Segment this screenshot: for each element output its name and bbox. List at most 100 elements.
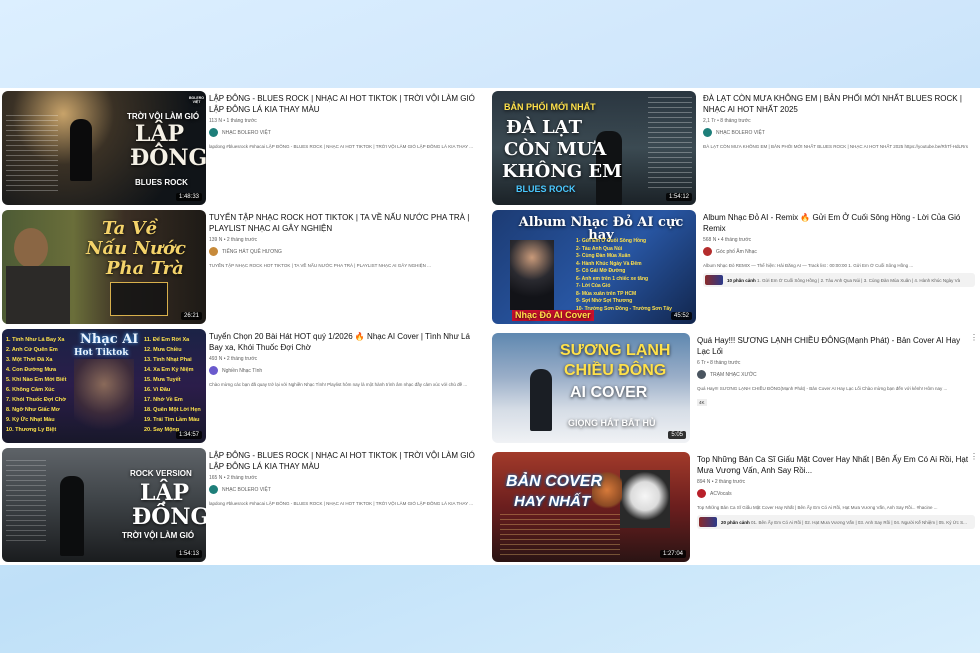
more-options-icon[interactable]: ⋮ xyxy=(970,333,978,342)
channel-avatar[interactable] xyxy=(703,247,712,256)
video-thumbnail[interactable]: Album Nhạc Đỏ AI cực hay 1- Gửi Em Ở Cuố… xyxy=(492,210,696,324)
video-result[interactable]: BẢN PHỐI MỚI NHẤT ĐÀ LẠT CÒN MƯA KHÔNG E… xyxy=(492,91,980,207)
video-title[interactable]: Quá Hay!!! SƯƠNG LẠNH CHIỀU ĐÔNG(Mạnh Ph… xyxy=(697,335,969,357)
video-meta: Album Nhạc Đỏ AI - Remix 🔥 Gửi Em Ở Cuối… xyxy=(703,212,975,287)
thumb-text-2: CHIỀU ĐÔNG xyxy=(564,362,667,379)
thumb-text-1: TRỜI VỘI LÀM GIÓ xyxy=(127,112,200,121)
channel-name[interactable]: NHẠC BOLERO VIỆT xyxy=(222,487,271,493)
video-stats: 113 N • 1 tháng trước xyxy=(209,118,257,124)
channel-row[interactable]: NHẠC BOLERO VIỆT xyxy=(209,485,485,494)
video-result[interactable]: ROCK VERSION LẬP ĐÔNG TRỜI VỘI LÀM GIÓ 1… xyxy=(2,448,488,564)
tracklist-box xyxy=(110,282,168,316)
channel-row[interactable]: TRẠM NHẠC XƯỚC xyxy=(697,370,969,379)
channel-name[interactable]: Góc phố Âm Nhạc xyxy=(716,249,757,255)
thumb-text-1: Nhạc AI xyxy=(80,332,139,347)
channel-row[interactable]: TIẾNG HÁT QUÊ HƯƠNG xyxy=(209,247,485,256)
video-thumbnail[interactable]: Ta Về Nấu Nước Pha Trà 26:21 xyxy=(2,210,206,324)
video-result[interactable]: Ta Về Nấu Nước Pha Trà 26:21 TUYỂN TẬP N… xyxy=(2,210,488,326)
video-stats: 6 Tr • 8 tháng trước xyxy=(697,360,741,366)
video-result[interactable]: SƯƠNG LẠNH CHIỀU ĐÔNG AI COVER GIỌNG HÁT… xyxy=(492,333,980,449)
thumb-text-1: Ta Về xyxy=(102,218,158,239)
channel-avatar[interactable] xyxy=(697,370,706,379)
duration-badge: 1:54:13 xyxy=(175,550,202,558)
duration-badge: 1:48:33 xyxy=(175,193,202,201)
duration-badge: 1:54:12 xyxy=(665,193,692,201)
channel-name[interactable]: Nghiền Nhạc Tình xyxy=(222,368,262,374)
duration-badge: 1:27:04 xyxy=(659,550,686,558)
thumb-text-2: LẬP xyxy=(140,480,190,506)
thumb-text-2: Hot Tiktok xyxy=(74,348,129,358)
channel-row[interactable]: Góc phố Âm Nhạc xyxy=(703,247,975,256)
channel-row[interactable]: NHẠC BOLERO VIỆT xyxy=(703,128,975,137)
video-thumbnail[interactable]: SƯƠNG LẠNH CHIỀU ĐÔNG AI COVER GIỌNG HÁT… xyxy=(492,333,690,443)
channel-name[interactable]: NHẠC BOLERO VIỆT xyxy=(222,130,271,136)
duration-badge: 5:05 xyxy=(668,431,686,439)
singer-figure xyxy=(74,359,134,443)
chapter-thumbnail xyxy=(705,275,723,285)
channel-avatar[interactable] xyxy=(703,128,712,137)
video-result[interactable]: TRỜI VỘI LÀM GIÓ LẬP ĐÔNG BLUES ROCK BOL… xyxy=(2,91,488,207)
results-panel: TRỜI VỘI LÀM GIÓ LẬP ĐÔNG BLUES ROCK BOL… xyxy=(0,88,980,565)
channel-row[interactable]: ACVocals xyxy=(697,489,975,498)
channel-name[interactable]: TIẾNG HÁT QUÊ HƯƠNG xyxy=(222,249,282,255)
channel-avatar[interactable] xyxy=(209,366,218,375)
tracklist-box xyxy=(648,97,692,191)
channel-avatar[interactable] xyxy=(209,485,218,494)
channel-avatar[interactable] xyxy=(697,489,706,498)
video-title[interactable]: LẬP ĐÔNG - BLUES ROCK | NHẠC AI HOT TIKT… xyxy=(209,93,485,115)
video-thumbnail[interactable]: BẢN COVER HAY NHẤT 1:27:04 xyxy=(492,452,690,562)
video-thumbnail[interactable]: BẢN PHỐI MỚI NHẤT ĐÀ LẠT CÒN MƯA KHÔNG E… xyxy=(492,91,696,205)
channel-avatar[interactable] xyxy=(209,247,218,256)
brand-logo: BOLERO VIỆT xyxy=(189,96,204,104)
video-title[interactable]: ĐÀ LẠT CÒN MƯA KHÔNG EM | BẢN PHỐI MỚI N… xyxy=(703,93,975,115)
thumb-text-1: SƯƠNG LẠNH xyxy=(560,342,671,359)
channel-row[interactable]: NHẠC BOLERO VIỆT xyxy=(209,128,485,137)
video-meta: ĐÀ LẠT CÒN MƯA KHÔNG EM | BẢN PHỐI MỚI N… xyxy=(703,93,975,149)
video-description: lapdong #bluesrock #nhacai LẬP ĐÔNG - BL… xyxy=(209,144,474,149)
chapter-thumbnail xyxy=(699,517,717,527)
thumb-text-1: BẢN PHỐI MỚI NHẤT xyxy=(504,102,596,112)
video-result[interactable]: Album Nhạc Đỏ AI cực hay 1- Gửi Em Ở Cuố… xyxy=(492,210,980,326)
thumb-text-5: BLUES ROCK xyxy=(516,184,576,194)
channel-name[interactable]: ACVocals xyxy=(710,491,732,497)
tracklist-box xyxy=(6,115,58,193)
channel-name[interactable]: NHẠC BOLERO VIỆT xyxy=(716,130,765,136)
video-thumbnail[interactable]: Nhạc AI Hot Tiktok 1. Tình Như Lá Bay Xa… xyxy=(2,329,206,443)
channel-avatar[interactable] xyxy=(209,128,218,137)
thumb-text-4: GIỌNG HÁT BẤT HỦ xyxy=(568,418,656,428)
more-options-icon[interactable]: ⋮ xyxy=(970,452,978,461)
video-title[interactable]: Top Những Bản Ca Sĩ Giấu Mặt Cover Hay N… xyxy=(697,454,975,476)
tracklist-box xyxy=(6,460,46,544)
chapters-count: 20 phân cảnh xyxy=(721,519,750,525)
video-thumbnail[interactable]: TRỜI VỘI LÀM GIÓ LẬP ĐÔNG BLUES ROCK BOL… xyxy=(2,91,206,205)
tracklist-right: 11. Để Em Rời Xa 12. Mưa Chiều 13. Tình Nh… xyxy=(144,337,201,433)
tracklist: 1- Gửi Em Ở Cuối Sông Hồng 2- Tàu Anh Qua… xyxy=(576,238,672,312)
thumb-text-3: AI COVER xyxy=(570,384,648,401)
channel-row[interactable]: Nghiền Nhạc Tình xyxy=(209,366,485,375)
chapters-strip[interactable]: 20 phân cảnh 01. Bên Ấy Em Có Ai Rồi | 0… xyxy=(697,515,975,529)
video-stats: 2,1 Tr • 8 tháng trước xyxy=(703,118,751,124)
chapters-list: 01. Bên Ấy Em Có Ai Rồi | 02. Hạt Mưa Vư… xyxy=(751,519,967,525)
video-description: Album Nhạc Đỏ REMIX — Thể hiện: Hải Đăng… xyxy=(703,263,914,268)
video-stats: 568 N • 4 tháng trước xyxy=(703,237,752,243)
video-stats: 139 N • 2 tháng trước xyxy=(209,237,258,243)
video-title[interactable]: Tuyển Chọn 20 Bài Hát HOT quý 1/2026 🔥 N… xyxy=(209,331,485,353)
video-meta: Top Những Bản Ca Sĩ Giấu Mặt Cover Hay N… xyxy=(697,454,975,529)
chapters-count: 10 phân cảnh xyxy=(727,277,756,283)
video-meta: LẬP ĐÔNG - BLUES ROCK | NHẠC AI HOT TIKT… xyxy=(209,93,485,149)
thumb-text-3: ĐÔNG xyxy=(130,145,206,171)
video-description: Quá Hay!!! SƯƠNG LẠNH CHIỀU ĐÔNG(Mạnh Ph… xyxy=(697,386,948,391)
video-title[interactable]: Album Nhạc Đỏ AI - Remix 🔥 Gửi Em Ở Cuối… xyxy=(703,212,975,234)
video-result[interactable]: Nhạc AI Hot Tiktok 1. Tình Như Lá Bay Xa… xyxy=(2,329,488,445)
thumb-text-2: Nấu Nước xyxy=(86,238,186,259)
video-result[interactable]: BẢN COVER HAY NHẤT 1:27:04 Top Những Bản… xyxy=(492,452,980,568)
thumb-text-3: Pha Trà xyxy=(106,258,184,279)
chapters-strip[interactable]: 10 phân cảnh 1. Gửi Em Ở Cuối Sông Hồng … xyxy=(703,273,975,287)
video-title[interactable]: TUYỂN TẬP NHẠC ROCK HOT TIKTOK | TA VỀ N… xyxy=(209,212,485,234)
video-title[interactable]: LẬP ĐÔNG - BLUES ROCK | NHẠC AI HOT TIKT… xyxy=(209,450,485,472)
channel-name[interactable]: TRẠM NHẠC XƯỚC xyxy=(710,372,757,378)
tracklist-box xyxy=(500,514,620,558)
video-meta: LẬP ĐÔNG - BLUES ROCK | NHẠC AI HOT TIKT… xyxy=(209,450,485,506)
video-thumbnail[interactable]: ROCK VERSION LẬP ĐÔNG TRỜI VỘI LÀM GIÓ 1… xyxy=(2,448,206,562)
duration-badge: 45:52 xyxy=(670,312,692,320)
